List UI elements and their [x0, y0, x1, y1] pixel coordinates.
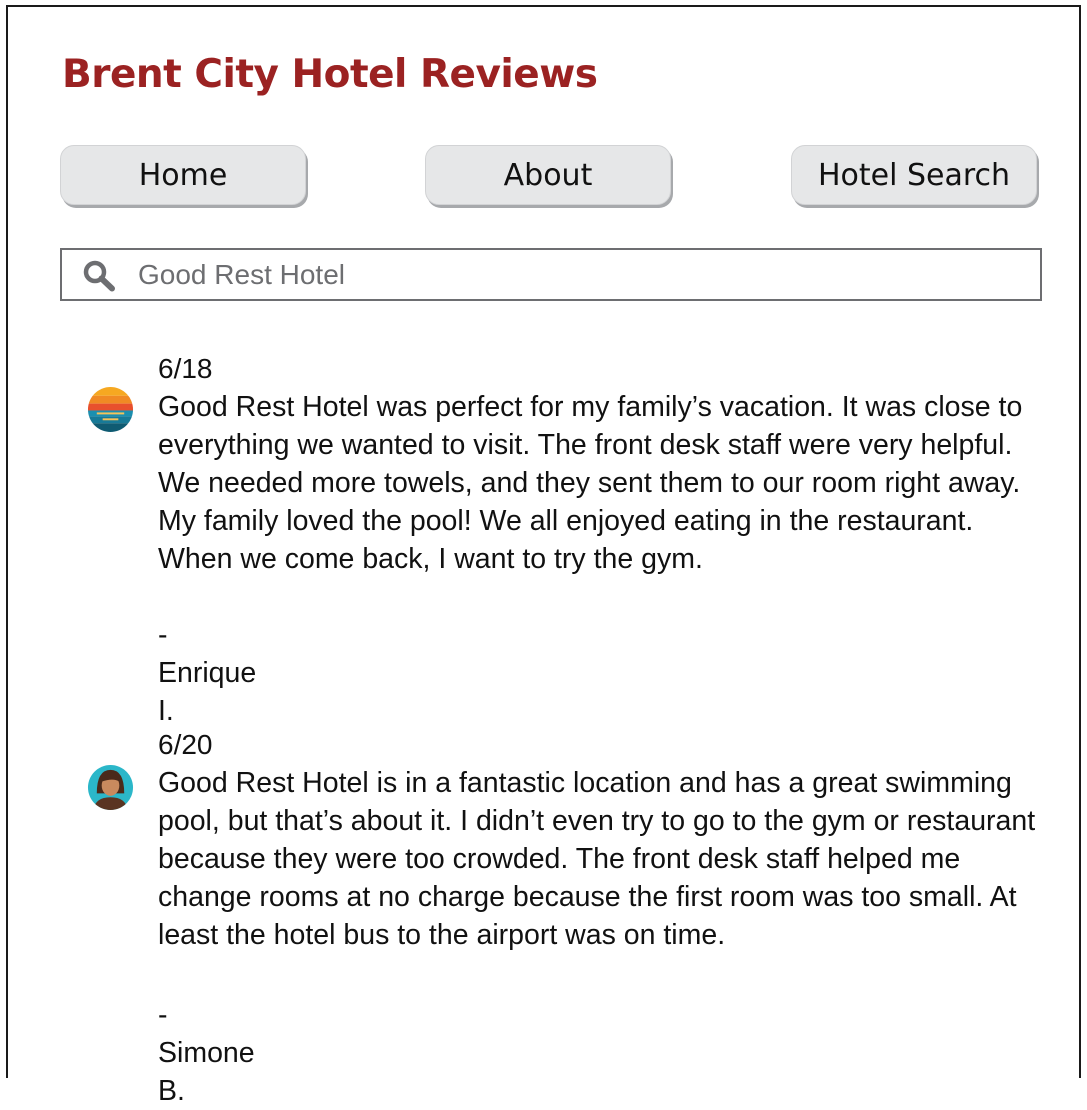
review-date: 6/20 — [158, 729, 213, 760]
woman-avatar-icon — [87, 764, 134, 811]
review-text: Good Rest Hotel was perfect for my famil… — [158, 391, 1023, 575]
search-box[interactable] — [60, 248, 1042, 301]
search-icon — [83, 260, 115, 292]
review-author: - Enrique I. — [158, 619, 257, 727]
review-author: - Simone B. — [158, 999, 255, 1107]
site-title: Brent City Hotel Reviews — [62, 52, 598, 97]
search-input[interactable] — [138, 250, 1030, 299]
home-button[interactable]: Home — [60, 145, 306, 205]
hotel-search-button[interactable]: Hotel Search — [791, 145, 1037, 205]
review-text: Good Rest Hotel is in a fantastic locati… — [158, 767, 1036, 951]
about-button[interactable]: About — [425, 145, 671, 205]
review-date: 6/18 — [158, 353, 213, 384]
sunset-avatar-icon — [87, 386, 134, 433]
